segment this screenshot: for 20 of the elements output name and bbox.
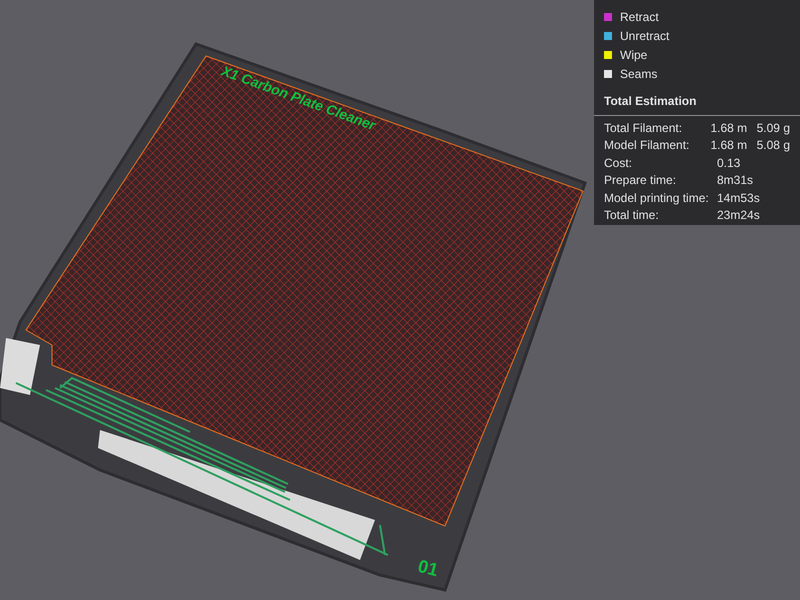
section-title: Total Estimation — [603, 93, 698, 110]
legend-label: Wipe — [620, 46, 648, 64]
stat-label: Prepare time: — [604, 172, 678, 190]
stat-label: Total time: — [604, 207, 660, 224]
stat-value: 8m31s — [717, 172, 754, 190]
plate-number-label: 01 — [414, 554, 442, 582]
stat-label: Model Filament: — [604, 137, 690, 154]
stat-label: Cost: — [604, 154, 634, 172]
legend-label: Seams — [620, 66, 658, 82]
stat-value: 14m53s — [717, 190, 761, 207]
stat-value: 5.09 g — [756, 120, 790, 137]
stat-value: 1.68 m — [710, 137, 748, 154]
stat-value: 0.13 — [717, 154, 742, 172]
legend-label: Unretract — [620, 28, 670, 44]
stat-label: Total Filament: — [604, 120, 684, 137]
stat-value: 1.68 m — [710, 120, 748, 137]
stat-label: Model printing time: — [604, 190, 710, 207]
stat-value: 5.08 g — [756, 137, 790, 154]
legend-label: Retract — [620, 8, 659, 26]
stat-value: 23m24s — [717, 207, 761, 224]
